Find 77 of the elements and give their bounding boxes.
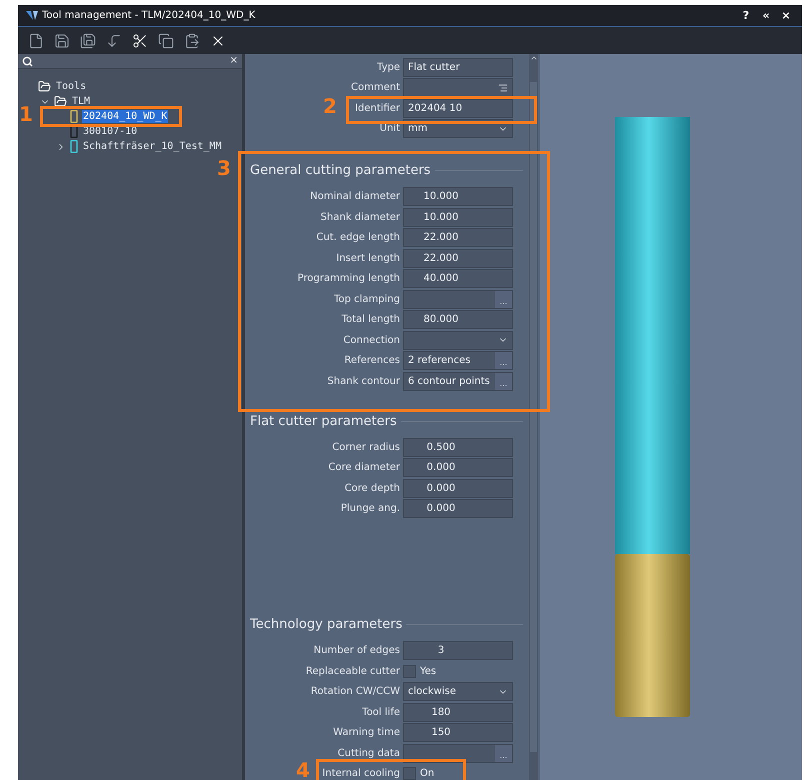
field-label: Core diameter: [328, 461, 400, 476]
folder-icon: [54, 95, 67, 108]
tree-item[interactable]: Schaftfräser_10_Test_MM: [82, 140, 222, 153]
text-field[interactable]: Flat cutter: [403, 58, 513, 77]
number-field[interactable]: 22.000: [403, 228, 513, 248]
callout-number: 4: [296, 760, 310, 780]
app-logo-icon: [26, 10, 38, 21]
new-file-icon[interactable]: [28, 32, 44, 48]
close-button[interactable]: ×: [778, 10, 794, 21]
window-title: Tool management - TLM/202404_10_WD_K: [42, 9, 256, 23]
scroll-thumb[interactable]: [530, 82, 537, 752]
arrow-icon[interactable]: [106, 32, 122, 48]
number-field[interactable]: 80.000: [403, 310, 513, 330]
folder-icon: [38, 80, 51, 93]
number-field[interactable]: 150: [403, 723, 513, 742]
tree-item[interactable]: 300107-10: [82, 125, 138, 138]
number-field[interactable]: 40.000: [403, 269, 513, 288]
field-label: Corner radius: [332, 440, 400, 455]
copy-icon[interactable]: [158, 32, 174, 48]
number-field[interactable]: 0.500: [403, 438, 513, 457]
checkbox-label: On: [420, 767, 434, 780]
number-field[interactable]: 0.000: [403, 499, 513, 518]
number-field[interactable]: 0.000: [403, 478, 513, 498]
dropdown-field[interactable]: clockwise: [403, 682, 513, 702]
field-label: Rotation CW/CCW: [310, 685, 400, 700]
callout-number: 1: [19, 104, 33, 124]
field-label: Cutting data: [338, 746, 400, 761]
field-label: Programming length: [298, 272, 400, 286]
checkbox[interactable]: [403, 664, 416, 678]
section-title: General cutting parameters: [250, 162, 431, 180]
callout-number: 2: [323, 96, 337, 116]
field-label: Number of edges: [314, 644, 400, 658]
number-field[interactable]: 10.000: [403, 208, 513, 227]
field-label: Connection: [343, 334, 400, 348]
field-label: Insert length: [336, 252, 400, 266]
number-field[interactable]: 22.000: [403, 248, 513, 268]
field-label: Shank contour: [327, 374, 400, 389]
text-field[interactable]: 202404 10: [403, 98, 513, 118]
save-all-icon[interactable]: [80, 32, 96, 48]
field-label: Tool life: [362, 706, 400, 720]
field-label: References: [344, 354, 400, 368]
callout-number: 3: [217, 158, 231, 178]
tree-item[interactable]: Tools: [55, 80, 88, 93]
help-button[interactable]: ?: [738, 10, 754, 21]
field-label: Unit: [380, 122, 400, 136]
dropdown-field[interactable]: [403, 330, 513, 350]
field-label: Cut. edge length: [316, 231, 400, 246]
scroll-up-icon[interactable]: [530, 54, 538, 62]
field-label: Top clamping: [334, 292, 400, 307]
section-title: Flat cutter parameters: [250, 412, 397, 430]
close-search-button[interactable]: ×: [230, 56, 238, 66]
save-icon[interactable]: [54, 32, 70, 48]
field-label: Nominal diameter: [310, 190, 400, 204]
search-icon[interactable]: [22, 56, 33, 66]
section-title: Technology parameters: [250, 616, 402, 634]
field-label: Replaceable cutter: [306, 664, 400, 679]
field-label: Type: [377, 60, 400, 75]
field-label: Comment: [351, 81, 400, 96]
field-label: Core depth: [344, 482, 400, 496]
tree-item[interactable]: 202404_10_WD_K: [82, 110, 168, 123]
number-field[interactable]: 0.000: [403, 458, 513, 478]
scissors-icon[interactable]: [132, 32, 148, 48]
scrollbar[interactable]: [529, 54, 538, 780]
number-field[interactable]: 3: [403, 641, 513, 660]
field-label: Identifier: [354, 102, 400, 116]
field-label: Total length: [342, 313, 400, 328]
tree-item[interactable]: TLM: [71, 95, 92, 108]
checkbox-label: Yes: [420, 664, 436, 679]
field-label: Warning time: [333, 726, 400, 740]
checkbox[interactable]: [403, 767, 416, 780]
field-label: Plunge ang.: [340, 502, 400, 516]
field-label: Internal cooling: [322, 767, 400, 780]
collapse-button[interactable]: «: [758, 10, 774, 21]
number-field[interactable]: 180: [403, 702, 513, 722]
number-field[interactable]: 10.000: [403, 187, 513, 206]
paste-icon[interactable]: [184, 32, 200, 48]
field-label: Shank diameter: [320, 210, 400, 225]
